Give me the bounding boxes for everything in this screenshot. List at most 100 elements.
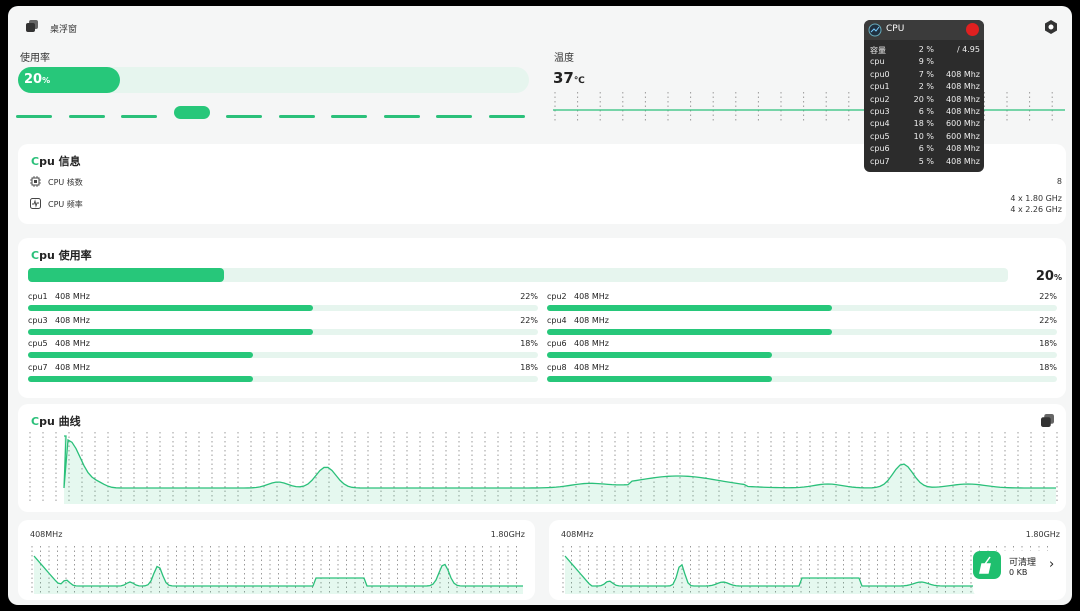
page-dot[interactable] <box>226 115 262 118</box>
cpu-core-bar <box>28 328 538 335</box>
temperature-value: 37℃ <box>553 69 585 87</box>
cpu-core-bar <box>28 375 538 382</box>
popup-row: cpu0 7 % 408 Mhz <box>870 70 980 82</box>
cpu-core-pct: 18% <box>1039 339 1057 348</box>
popup-row-pct: 9 % <box>918 57 934 67</box>
cpu-core-pct: 18% <box>520 362 538 372</box>
cpu-core-bar <box>547 305 1057 311</box>
cpu-usage-title: Cpu 使用率 <box>31 249 92 262</box>
clean-label: 可清理 <box>1009 558 1037 568</box>
floating-window-icon[interactable] <box>1041 414 1054 427</box>
cpu-curve-card: Cpu 曲线 <box>18 404 1066 512</box>
cpu-core-bar <box>547 352 1057 358</box>
popup-row-name: cpu2 <box>870 94 890 104</box>
popup-title: CPU <box>886 24 905 34</box>
freq-max-label-2: 1.80GHz <box>1025 530 1060 539</box>
popup-row: cpu2 20 % 408 Mhz <box>870 95 980 107</box>
cpu-core-row: cpu8 408 MHz 18% <box>547 363 1057 385</box>
popup-row-pct: 5 % <box>918 156 934 166</box>
popup-row-name: cpu6 <box>870 144 890 154</box>
usage-label: 使用率 <box>20 53 50 64</box>
popup-row: cpu6 6 % 408 Mhz <box>870 144 980 156</box>
cpu-core-bar <box>28 352 538 358</box>
cpu-core-bar-fill <box>28 352 253 358</box>
popup-row: 容量 2 % / 4.95 <box>870 45 980 57</box>
popup-row-pct: 7 % <box>918 69 934 79</box>
popup-row-name: cpu0 <box>870 69 890 79</box>
page-dot[interactable] <box>68 115 105 118</box>
cpu-core-bar-fill <box>547 328 832 335</box>
cpu-core-row: cpu1 408 MHz 22% <box>28 292 538 314</box>
freq-graph-1 <box>31 546 523 594</box>
popup-row-pct: 10 % <box>913 131 934 141</box>
cpu-freq-label: CPU 频率 <box>48 200 83 209</box>
cpu-core-pct: 22% <box>520 292 538 301</box>
floating-window-label[interactable]: 桌浮窗 <box>50 22 77 35</box>
popup-row-pct: 20 % <box>913 94 934 104</box>
cpu-core-bar-fill <box>547 305 832 311</box>
temperature-graph <box>553 92 1065 122</box>
cpu-core-freq: 408 MHz <box>55 292 90 301</box>
page-dot[interactable] <box>436 115 472 118</box>
cpu-core-pct: 18% <box>1039 362 1057 372</box>
popup-header: CPU <box>864 20 984 40</box>
cpu-core-bar-fill <box>547 375 772 382</box>
popup-row-freq: 408 Mhz <box>946 156 980 166</box>
popup-row-name: cpu7 <box>870 156 890 166</box>
popup-row-name: cpu3 <box>870 107 890 116</box>
popup-row-freq: 408 Mhz <box>946 82 980 92</box>
temperature-label: 温度 <box>554 53 574 64</box>
cpu-core-pct: 18% <box>520 339 538 348</box>
cpu-usage-card: Cpu 使用率 20% cpu1 408 MHz 22% cpu2 408 MHz 22%… <box>18 238 1066 398</box>
page-dot[interactable] <box>383 115 420 118</box>
popup-row: cpu7 5 % 408 Mhz <box>870 157 980 169</box>
cpu-core-freq: 408 MHz <box>55 362 90 372</box>
close-icon[interactable] <box>966 23 979 36</box>
cpu-core-bar <box>547 328 1057 335</box>
cpu-cores-label: CPU 核数 <box>48 178 83 187</box>
cpu-core-freq: 408 MHz <box>55 339 90 348</box>
cpu-core-pct: 22% <box>1039 315 1057 325</box>
popup-row: cpu1 2 % 408 Mhz <box>870 82 980 94</box>
cpu-core-name: cpu8 <box>547 362 567 372</box>
frequency-icon <box>30 198 41 209</box>
cpu-core-name: cpu1 <box>28 292 48 301</box>
cpu-freq-value-1: 4 x 1.80 GHz <box>1010 194 1062 203</box>
popup-row-name: cpu1 <box>870 82 890 92</box>
cpu-total-bar <box>28 268 1008 282</box>
popup-row-name: 容量 <box>870 46 886 55</box>
chip-icon <box>30 176 41 187</box>
popup-row-freq: 600 Mhz <box>946 119 980 129</box>
chevron-right-icon: › <box>1049 557 1055 572</box>
popup-row-pct: 2 % <box>918 45 934 54</box>
page-dot[interactable] <box>278 115 315 118</box>
cpu-core-name: cpu4 <box>547 315 567 325</box>
page-dot[interactable] <box>173 106 210 119</box>
page-dot[interactable] <box>16 115 52 118</box>
popup-row-name: cpu4 <box>870 119 890 129</box>
cpu-core-bar-fill <box>547 352 772 358</box>
usage-bar: 20% <box>18 67 529 93</box>
cpu-core-row: cpu3 408 MHz 22% <box>28 316 538 338</box>
popup-row: cpu3 6 % 408 Mhz <box>870 107 980 119</box>
popup-row-name: cpu5 <box>870 131 890 141</box>
clean-widget[interactable]: 可清理 0 KB › <box>973 551 1066 597</box>
page-dot[interactable] <box>331 115 367 118</box>
popup-row: cpu4 18 % 600 Mhz <box>870 119 980 131</box>
freq-card-1: 408MHz 1.80GHz <box>18 520 535 600</box>
cpu-core-freq: 408 MHz <box>55 315 90 325</box>
cpu-floating-popup[interactable]: CPU 容量 2 % / 4.95 cpu 9 % cpu0 7 % 408 Mhz cpu1 2… <box>864 20 984 172</box>
popup-row: cpu5 10 % 600 Mhz <box>870 132 980 144</box>
settings-icon[interactable] <box>1044 20 1058 34</box>
gauge-icon <box>868 23 882 37</box>
page-dot[interactable] <box>488 115 525 118</box>
cpu-freq-value-2: 4 x 2.26 GHz <box>1010 205 1062 214</box>
page-dot[interactable] <box>121 115 157 118</box>
cpu-core-freq: 408 MHz <box>574 339 609 348</box>
popup-row-name: cpu <box>870 57 885 67</box>
cpu-core-freq: 408 MHz <box>574 362 609 372</box>
cpu-core-bar-fill <box>28 328 313 335</box>
cpu-core-name: cpu3 <box>28 315 48 325</box>
popup-row-freq: 600 Mhz <box>946 131 980 141</box>
floating-window-icon[interactable] <box>26 20 38 32</box>
